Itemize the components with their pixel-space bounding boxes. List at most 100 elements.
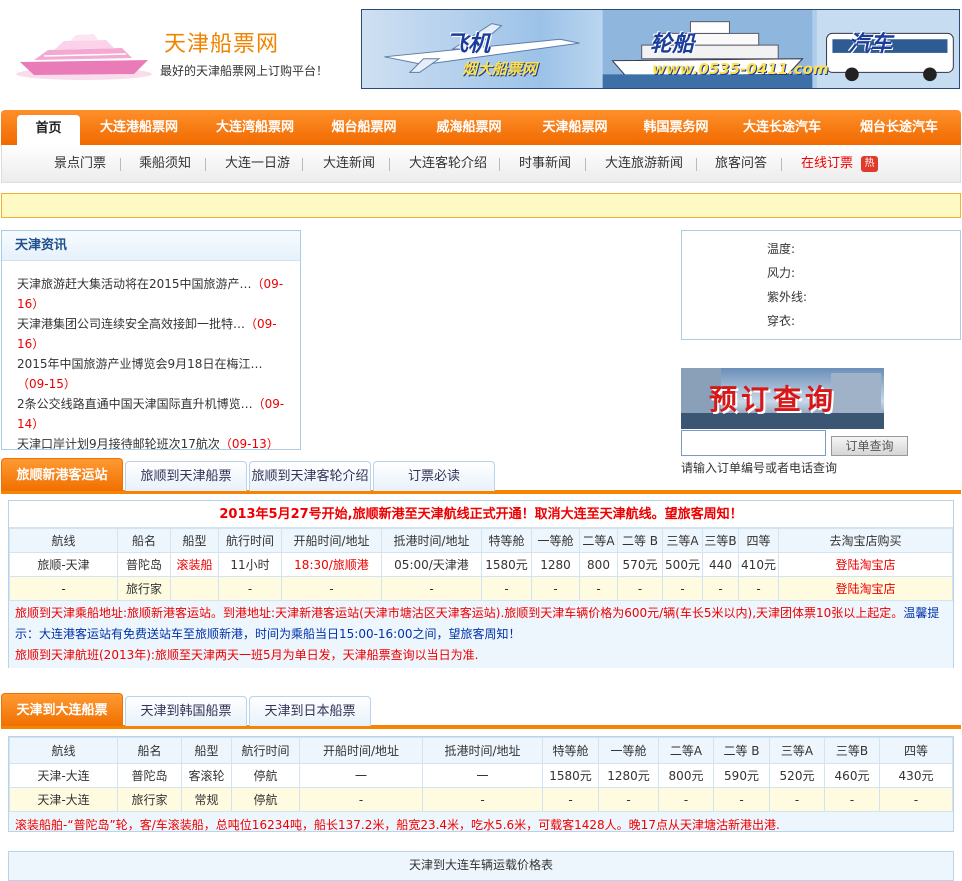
subnav-tickets[interactable]: 景点门票 xyxy=(54,145,106,183)
table-row: 旅顺-天津 普陀岛 滚装船 11小时 18:30/旅顺港 05:00/天津港 1… xyxy=(9,552,953,577)
subnav-boarding-notes[interactable]: 乘船须知 xyxy=(139,145,191,183)
cell-departure: - xyxy=(299,787,423,812)
cell-duration: 停航 xyxy=(231,763,300,788)
col-third-b: 三等B xyxy=(824,737,880,764)
subnav-day-tour[interactable]: 大连一日游 xyxy=(225,145,290,183)
subnav-divider xyxy=(120,158,121,171)
cell-departure: - xyxy=(281,576,382,601)
tip-note: 温馨提 xyxy=(903,606,940,620)
col-ship-type: 船型 xyxy=(170,528,219,553)
nav-home[interactable]: 首页 xyxy=(17,115,80,145)
news-link[interactable]: 天津口岸计划9月接待邮轮班次17航次 xyxy=(17,437,220,449)
cell-duration: 11小时 xyxy=(218,552,282,577)
news-list: 天津旅游赶大集活动将在2015中国旅游产…（09-16） 天津港集团公司连续安全… xyxy=(2,261,300,450)
tab-tianjin-to-japan[interactable]: 天津到日本船票 xyxy=(249,696,371,726)
cell-price: - xyxy=(738,576,779,601)
cell-price: - xyxy=(769,787,825,812)
tab-lvshun-ship-intro[interactable]: 旅顺到天津客轮介绍 xyxy=(249,461,371,491)
subnav-divider xyxy=(389,158,390,171)
news-item[interactable]: 天津旅游赶大集活动将在2015中国旅游产…（09-16） xyxy=(17,274,292,314)
cell-ship-name: 普陀岛 xyxy=(117,552,171,577)
banner-word-ship: 轮船 xyxy=(650,32,695,57)
lvshun-notes: 旅顺到天津乘船地址:旅顺新港客运站。到港地址:天津新港客运站(天津市塘沽区天津客… xyxy=(9,601,953,668)
taobao-link[interactable]: 登陆淘宝店 xyxy=(778,552,953,577)
tab-tianjin-to-korea[interactable]: 天津到韩国船票 xyxy=(125,696,247,726)
news-item[interactable]: 天津口岸计划9月接待邮轮班次17航次（09-13） xyxy=(17,434,292,450)
nav-weihai[interactable]: 威海船票网 xyxy=(417,110,521,145)
nav-yantai[interactable]: 烟台船票网 xyxy=(311,110,417,145)
order-query-button[interactable]: 订单查询 xyxy=(831,436,908,456)
route-announcement: 2013年5月27号开始,旅顺新港至天津航线正式开通！取消大连至天津航线。望旅客… xyxy=(9,501,953,528)
cell-price: 440 xyxy=(702,552,739,577)
subnav-qa[interactable]: 旅客问答 xyxy=(715,145,767,183)
news-panel: 天津资讯 天津旅游赶大集活动将在2015中国旅游产…（09-16） 天津港集团公… xyxy=(1,230,301,450)
cell-route: 旅顺-天津 xyxy=(9,552,118,577)
col-arrival: 抵港时间/地址 xyxy=(422,737,543,764)
subnav-ship-intro[interactable]: 大连客轮介绍 xyxy=(409,145,487,183)
news-link[interactable]: 2条公交线路直通中国天津国际直升机博览… xyxy=(17,397,253,411)
subnav-divider xyxy=(205,158,206,171)
news-link[interactable]: 天津港集团公司连续安全高效接卸一批特… xyxy=(17,317,245,331)
booking-query-banner: 预订查询 xyxy=(681,368,884,429)
notice-bar xyxy=(1,193,961,218)
cell-price: 520元 xyxy=(769,763,825,788)
cell-duration: 停航 xyxy=(231,787,300,812)
nav-dalian-bay[interactable]: 大连湾船票网 xyxy=(201,110,309,145)
cell-price: - xyxy=(617,576,663,601)
cell-price: 460元 xyxy=(824,763,880,788)
cell-price: - xyxy=(702,576,739,601)
cell-price: 430元 xyxy=(879,763,953,788)
cell-ship-type-link[interactable]: 滚装船 xyxy=(170,552,219,577)
weather-wind: 风力: xyxy=(767,266,796,280)
cell-price: - xyxy=(579,576,618,601)
news-item[interactable]: 2条公交线路直通中国天津国际直升机博览…（09-14） xyxy=(17,394,292,434)
subnav-travel-news[interactable]: 大连旅游新闻 xyxy=(605,145,683,183)
col-fourth: 四等 xyxy=(879,737,953,764)
cell-price: - xyxy=(713,787,770,812)
col-duration: 航行时间 xyxy=(231,737,300,764)
nav-tianjin[interactable]: 天津船票网 xyxy=(521,110,629,145)
tab-lvshun-to-tianjin[interactable]: 旅顺到天津船票 xyxy=(125,461,247,491)
subnav-divider xyxy=(585,158,586,171)
col-route: 航线 xyxy=(9,737,118,764)
logo-ship-image[interactable] xyxy=(14,26,154,82)
nav-korea[interactable]: 韩国票务网 xyxy=(625,110,727,145)
nav-yantai-bus[interactable]: 烟台长途汽车 xyxy=(843,110,955,145)
news-item[interactable]: 2015年中国旅游产业博览会9月18日在梅江… （09-15） xyxy=(17,354,292,394)
cell-price: 590元 xyxy=(713,763,770,788)
subnav-online-booking[interactable]: 在线订票 xyxy=(801,145,853,183)
tab-tianjin-to-dalian[interactable]: 天津到大连船票 xyxy=(1,693,123,726)
banner-word-plane: 飞机 xyxy=(446,32,491,57)
cell-price: - xyxy=(824,787,880,812)
taobao-link[interactable]: 登陆淘宝店 xyxy=(778,576,953,601)
col-departure: 开船时间/地址 xyxy=(281,528,382,553)
news-item[interactable]: 天津港集团公司连续安全高效接卸一批特…（09-16） xyxy=(17,314,292,354)
schedule-note: 旅顺到天津航班(2013年):旅顺至天津两天一班5月为单日发，天津船票查询以当日… xyxy=(15,648,479,662)
tianjin-schedule-panel: 航线 船名 船型 航行时间 开船时间/地址 抵港时间/地址 特等舱 一等舱 二等… xyxy=(8,736,954,832)
ad-banner[interactable]: 飞机 轮船 汽车 烟大船票网 www.0535-0411.com xyxy=(361,9,960,89)
cell-ship-type xyxy=(170,576,219,601)
table-header-row: 航线 船名 船型 航行时间 开船时间/地址 抵港时间/地址 特等舱 一等舱 二等… xyxy=(9,737,953,764)
nav-dalian-bus[interactable]: 大连长途汽车 xyxy=(728,110,836,145)
subnav-current-news[interactable]: 时事新闻 xyxy=(519,145,571,183)
news-date: （09-13） xyxy=(219,437,279,450)
cell-departure: 18:30/旅顺港 xyxy=(281,552,382,577)
news-link[interactable]: 天津旅游赶大集活动将在2015中国旅游产… xyxy=(17,277,252,291)
banner-word-bus: 汽车 xyxy=(848,32,893,57)
site-name[interactable]: 天津船票网 xyxy=(164,26,279,58)
cell-price: - xyxy=(481,576,532,601)
col-ship-name: 船名 xyxy=(117,737,182,764)
news-link[interactable]: 2015年中国旅游产业博览会9月18日在梅江… xyxy=(17,357,262,371)
order-query-input[interactable] xyxy=(681,430,826,456)
cell-price: 1280元 xyxy=(598,763,659,788)
tab-lvshun-station[interactable]: 旅顺新港客运站 xyxy=(1,458,123,491)
col-second-b: 二等 B xyxy=(617,528,663,553)
col-first: 一等舱 xyxy=(531,528,580,553)
nav-dalian-port[interactable]: 大连港船票网 xyxy=(85,110,193,145)
cell-price: 500元 xyxy=(662,552,703,577)
cell-price: - xyxy=(598,787,659,812)
tab-booking-notes[interactable]: 订票必读 xyxy=(373,461,495,491)
sub-nav: 景点门票 乘船须知 大连一日游 大连新闻 大连客轮介绍 时事新闻 大连旅游新闻 … xyxy=(1,145,961,183)
col-special: 特等舱 xyxy=(542,737,599,764)
subnav-news[interactable]: 大连新闻 xyxy=(323,145,375,183)
